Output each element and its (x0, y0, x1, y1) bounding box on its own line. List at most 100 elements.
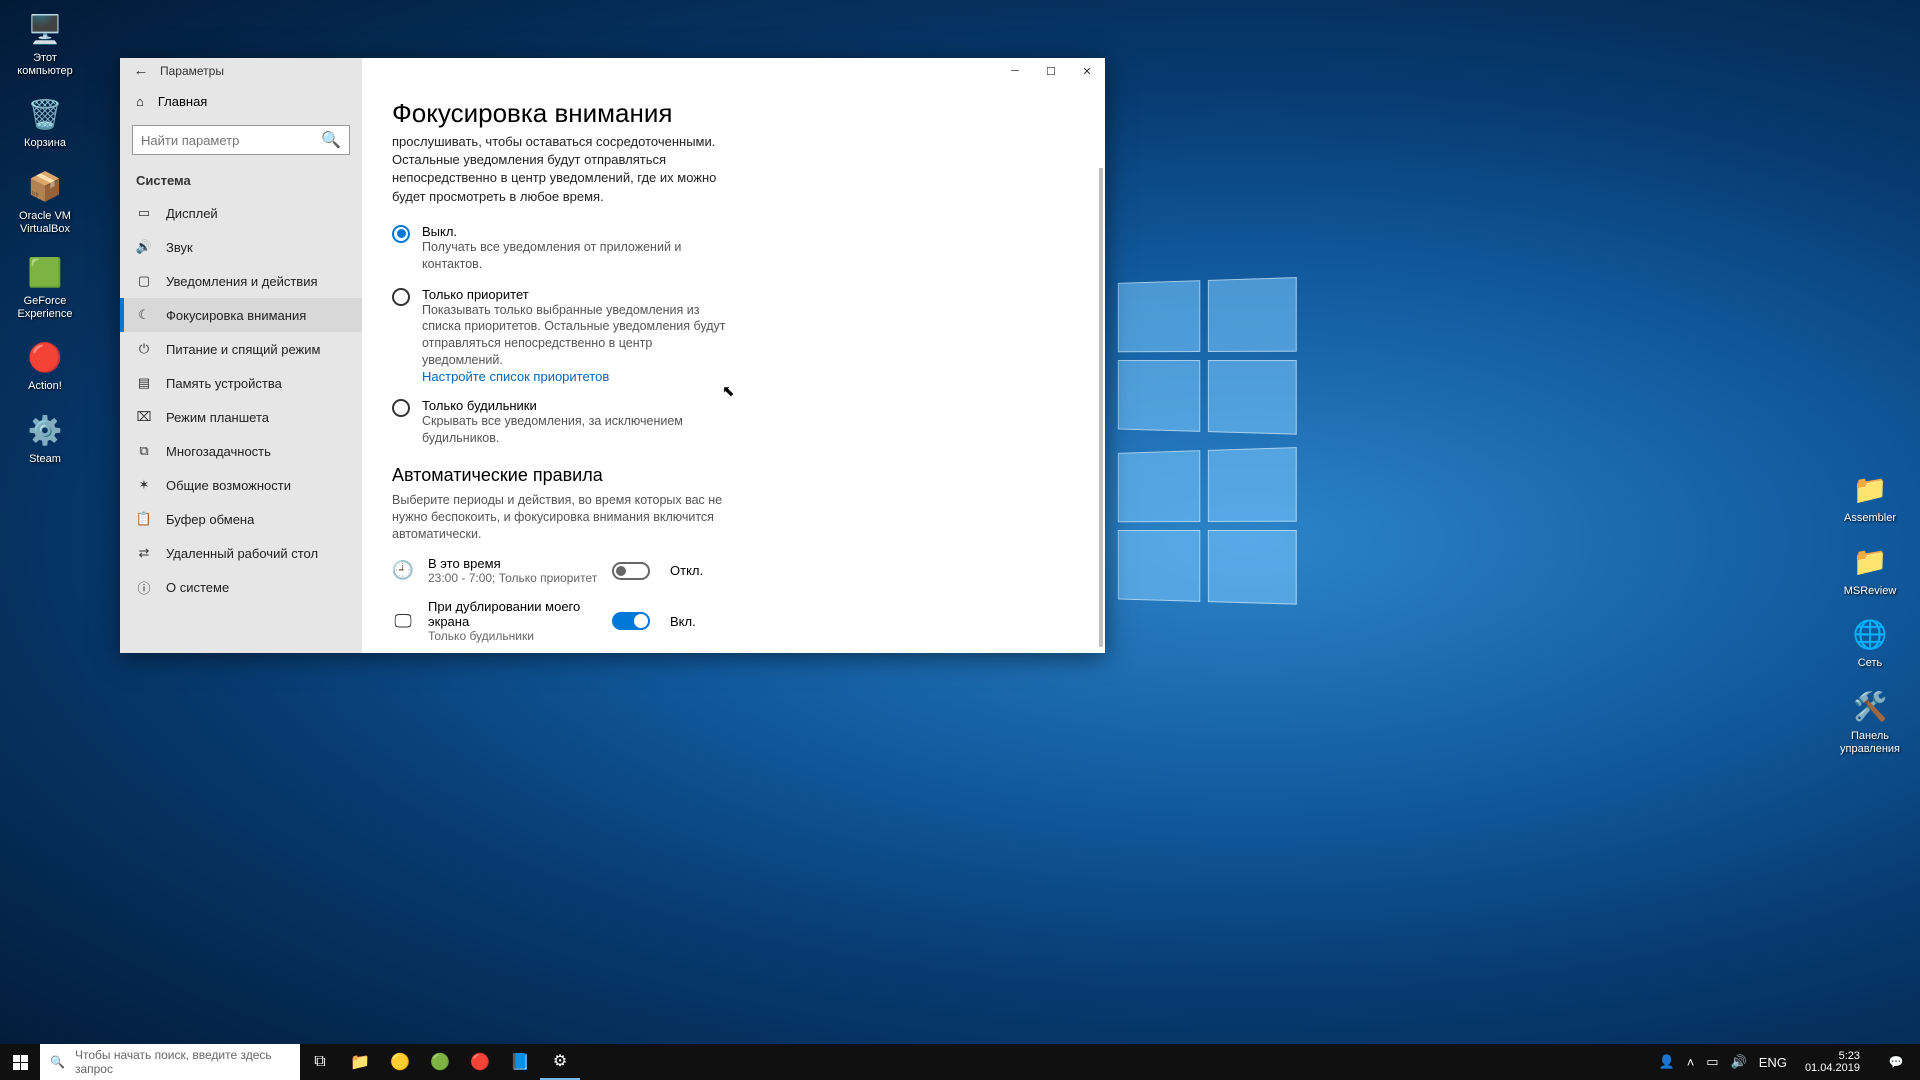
tools-icon: 🛠️ (1851, 688, 1889, 726)
taskbar-clock[interactable]: 5:23 01.04.2019 (1799, 1050, 1866, 1074)
nav-item-5[interactable]: ▤Память устройства (120, 366, 362, 400)
desktop-icon-network[interactable]: 🌐 Сеть (1825, 615, 1915, 670)
maximize-button[interactable]: ☐ (1033, 58, 1069, 84)
tray-people-icon[interactable]: 👤 (1659, 1054, 1675, 1070)
rule-sub: Только будильники (428, 629, 598, 643)
radio-desc: Скрывать все уведомления, за исключением… (422, 413, 732, 447)
rule-toggle-state: Откл. (670, 563, 703, 578)
settings-search[interactable]: 🔍 (132, 125, 350, 155)
taskbar-word[interactable]: 📘 (500, 1044, 540, 1080)
rules-header: Автоматические правила (392, 465, 1075, 486)
nav-item-label: Общие возможности (166, 478, 291, 493)
rule-sub: 23:00 - 7:00; Только приоритет (428, 571, 598, 585)
nav-item-label: Уведомления и действия (166, 274, 318, 289)
nav-item-icon: ▤ (136, 375, 152, 391)
desktop-icon-label: Assembler (1844, 512, 1896, 525)
taskbar-settings[interactable]: ⚙ (540, 1044, 580, 1080)
desktop-icon-msreview[interactable]: 📁MSReview (1825, 543, 1915, 598)
radio-option-1[interactable]: Только приоритетПоказывать только выбран… (392, 287, 732, 385)
desktop-icon-control-panel[interactable]: 🛠️ Панель управления (1825, 688, 1915, 755)
clock-time: 5:23 (1805, 1050, 1860, 1062)
nav-item-1[interactable]: 🔊Звук (120, 230, 362, 264)
nav-item-3[interactable]: ☾Фокусировка внимания (120, 298, 362, 332)
nav-item-8[interactable]: ✶ Общие возможности (120, 468, 362, 502)
radio-option-2[interactable]: Только будильникиСкрывать все уведомлени… (392, 398, 732, 447)
radio-title: Только будильники (422, 398, 732, 413)
nav-home-label: Главная (158, 94, 207, 109)
nav-item-icon: ✶ (136, 477, 152, 493)
wallpaper-logo (1118, 447, 1299, 613)
tray-volume-icon[interactable]: 🔊 (1731, 1054, 1747, 1070)
folder-icon: 📁 (1851, 543, 1889, 581)
tray-language[interactable]: ENG (1759, 1055, 1787, 1070)
nav-item-label: Дисплей (166, 206, 218, 221)
desktop-icon-label: Oracle VM VirtualBox (5, 210, 85, 235)
desktop-icon-label: Action! (28, 380, 62, 393)
desktop-icon-assembler[interactable]: 📁 Assembler (1825, 470, 1915, 525)
priority-list-link[interactable]: Настройте список приоритетов (422, 369, 732, 384)
nav-item-9[interactable]: 📋Буфер обмена (120, 502, 362, 536)
radio-icon (392, 288, 410, 306)
home-icon: ⌂ (136, 94, 144, 109)
desktop-icons-right: 📁 Assembler 📁MSReview 🌐 Сеть 🛠️ Панель упра… (1825, 470, 1915, 755)
taskbar: 🔍 Чтобы начать поиск, введите здесь запр… (0, 1044, 1920, 1080)
nav-item-7[interactable]: ⧉Многозадачность (120, 434, 362, 468)
start-button[interactable] (0, 1044, 40, 1080)
rule-row-1[interactable]: 🖵При дублировании моего экранаТолько буд… (392, 599, 1075, 643)
tray-chevron-up-icon[interactable]: ˄ (1687, 1055, 1695, 1070)
rules-desc: Выберите периоды и действия, во время ко… (392, 492, 732, 543)
nav-item-icon: ⧉ (136, 443, 152, 459)
settings-sidebar: Параметры ⌂ Главная 🔍 Система ▭Дисплей🔊З… (120, 58, 362, 653)
back-button[interactable] (126, 58, 156, 84)
nav-item-icon: ⓘ (136, 579, 152, 595)
rule-toggle[interactable] (612, 562, 650, 580)
desktop-icon-action[interactable]: 🔴Action! (5, 338, 85, 393)
nav-item-2[interactable]: ▢Уведомления и действия (120, 264, 362, 298)
network-icon: 🌐 (1851, 615, 1889, 653)
task-view-button[interactable]: ⧉ (300, 1044, 340, 1080)
desktop-icon-this-pc[interactable]: 🖥️Этот компьютер (5, 10, 85, 77)
nav-item-icon: ⏻ (136, 341, 152, 357)
close-button[interactable]: ✕ (1069, 58, 1105, 84)
tray-network-icon[interactable]: ▭ (1706, 1054, 1718, 1070)
notification-center-button[interactable]: 💬 (1878, 1044, 1914, 1080)
box-icon: 📦 (26, 168, 64, 206)
desktop-icon-steam[interactable]: ⚙️Steam (5, 411, 85, 466)
desktop-icon-label: Сеть (1858, 657, 1882, 670)
nav-section-header: Система (120, 161, 362, 196)
taskbar-action[interactable]: 🔴 (460, 1044, 500, 1080)
search-input[interactable] (141, 133, 321, 148)
desktop-icon-virtualbox[interactable]: 📦 Oracle VM VirtualBox (5, 168, 85, 235)
desktop-icon-label: Панель управления (1825, 730, 1915, 755)
nav-item-label: Питание и спящий режим (166, 342, 320, 357)
nav-item-label: Режим планшета (166, 410, 269, 425)
rule-icon: 🖵 (392, 610, 414, 632)
radio-title: Выкл. (422, 224, 732, 239)
rule-row-0[interactable]: 🕘В это время23:00 - 7:00; Только приорит… (392, 556, 1075, 585)
search-icon: 🔍 (50, 1055, 65, 1069)
window-title: Параметры (160, 64, 224, 78)
nav-item-4[interactable]: ⏻ Питание и спящий режим (120, 332, 362, 366)
taskbar-yandex[interactable]: 🟡 (380, 1044, 420, 1080)
page-title: Фокусировка внимания (392, 98, 1075, 129)
nav-home[interactable]: ⌂ Главная (120, 84, 362, 119)
nav-item-0[interactable]: ▭Дисплей (120, 196, 362, 230)
desktop-icon-geforce[interactable]: 🟩GeForce Experience (5, 253, 85, 320)
nav-item-label: Удаленный рабочий стол (166, 546, 318, 561)
minimize-button[interactable]: ─ (997, 58, 1033, 84)
desktop-icon-label: Steam (29, 453, 61, 466)
folder-icon: 📁 (1851, 470, 1889, 508)
rule-toggle[interactable] (612, 612, 650, 630)
page-intro: прослушивать, чтобы оставаться сосредото… (392, 133, 722, 206)
radio-option-0[interactable]: Выкл.Получать все уведомления от приложе… (392, 224, 732, 273)
nav-item-11[interactable]: ⓘО системе (120, 570, 362, 604)
nav-item-label: Звук (166, 240, 193, 255)
taskbar-search[interactable]: 🔍 Чтобы начать поиск, введите здесь запр… (40, 1044, 300, 1080)
nav-item-6[interactable]: ⌧Режим планшета (120, 400, 362, 434)
nav-item-10[interactable]: ⇄Удаленный рабочий стол (120, 536, 362, 570)
taskbar-explorer[interactable]: 📁 (340, 1044, 380, 1080)
taskbar-utorrent[interactable]: 🟢 (420, 1044, 460, 1080)
desktop-icon-recycle-bin[interactable]: 🗑️Корзина (5, 95, 85, 150)
settings-window: Параметры ⌂ Главная 🔍 Система ▭Дисплей🔊З… (120, 58, 1105, 653)
scrollbar[interactable] (1099, 168, 1103, 647)
